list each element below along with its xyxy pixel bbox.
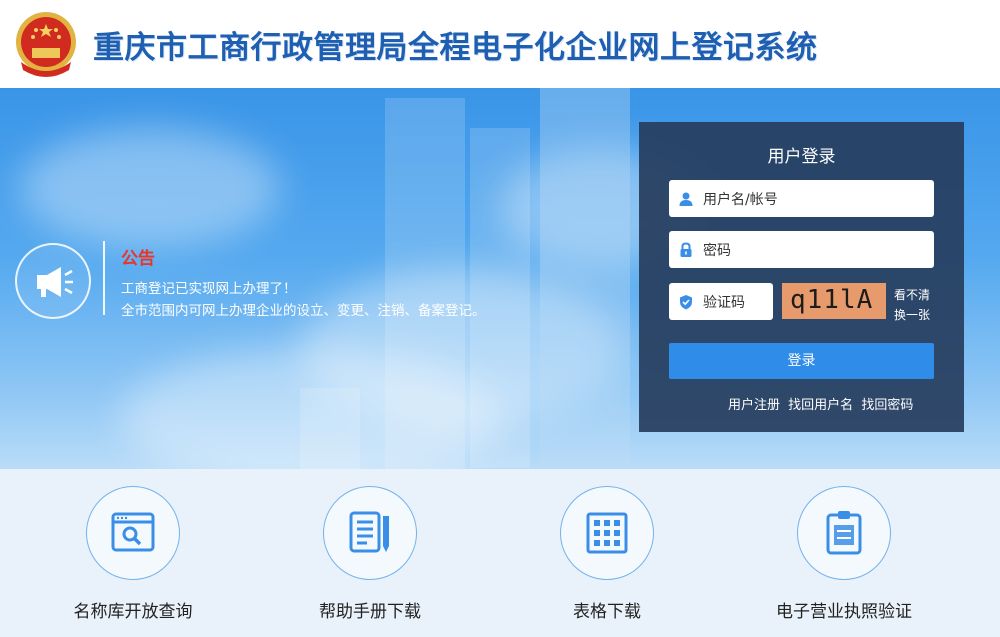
captcha-refresh-line1: 看不清 [894,288,931,302]
service-icon-circle [323,486,417,580]
notice-text-line2: 全市范围内可网上办理企业的设立、变更、注销、备案登记。 [121,303,486,319]
service-form-download[interactable]: 表格下载 [482,469,732,637]
service-license-verify[interactable]: 电子营业执照验证 [719,469,969,637]
service-label: 表格下载 [573,602,641,622]
notice-text-line1: 工商登记已实现网上办理了！ [121,281,297,297]
account-links: 用户注册 找回用户名 找回密码 [728,394,917,413]
document-pen-icon [349,511,389,553]
search-window-icon [111,512,155,552]
service-icon-circle [560,486,654,580]
captcha-refresh-line2: 换一张 [894,308,931,322]
captcha-placeholder: 验证码 [703,294,745,311]
user-icon [679,192,693,206]
username-field[interactable]: 用户名/帐号 [669,180,934,217]
service-help-manual[interactable]: 帮助手册下载 [245,469,495,637]
password-field[interactable]: 密码 [669,231,934,268]
lock-icon [680,241,692,257]
captcha-image[interactable]: q11lA [782,283,886,319]
service-name-query[interactable]: 名称库开放查询 [8,469,258,637]
services-bar: 名称库开放查询 帮助手册下载 表格下载 电子营业执照验证 [0,469,1000,637]
shield-check-icon [680,294,692,309]
service-label: 电子营业执照验证 [776,602,912,622]
register-link[interactable]: 用户注册 [728,398,780,413]
notice-title: 公告 [121,249,155,269]
service-icon-circle [86,486,180,580]
service-icon-circle [797,486,891,580]
captcha-field[interactable]: 验证码 [669,283,773,320]
megaphone-icon [15,243,91,319]
service-label: 名称库开放查询 [73,602,193,622]
login-title: 用户登录 [767,147,836,167]
grid-table-icon [586,512,628,554]
captcha-text: q11lA [790,285,874,315]
national-emblem-icon [16,12,76,77]
password-placeholder: 密码 [703,242,731,259]
username-placeholder: 用户名/帐号 [703,191,778,208]
business-license-icon [826,511,862,555]
service-label: 帮助手册下载 [319,602,421,622]
find-password-link[interactable]: 找回密码 [861,398,913,413]
login-button[interactable]: 登录 [669,343,934,379]
site-header: 重庆市工商行政管理局全程电子化企业网上登记系统 [0,0,1000,88]
login-panel: 用户登录 [639,122,964,432]
notice-divider [103,241,105,315]
site-title: 重庆市工商行政管理局全程电子化企业网上登记系统 [93,30,818,66]
find-username-link[interactable]: 找回用户名 [788,398,853,413]
captcha-refresh-link[interactable]: 看不清 换一张 [894,285,938,325]
